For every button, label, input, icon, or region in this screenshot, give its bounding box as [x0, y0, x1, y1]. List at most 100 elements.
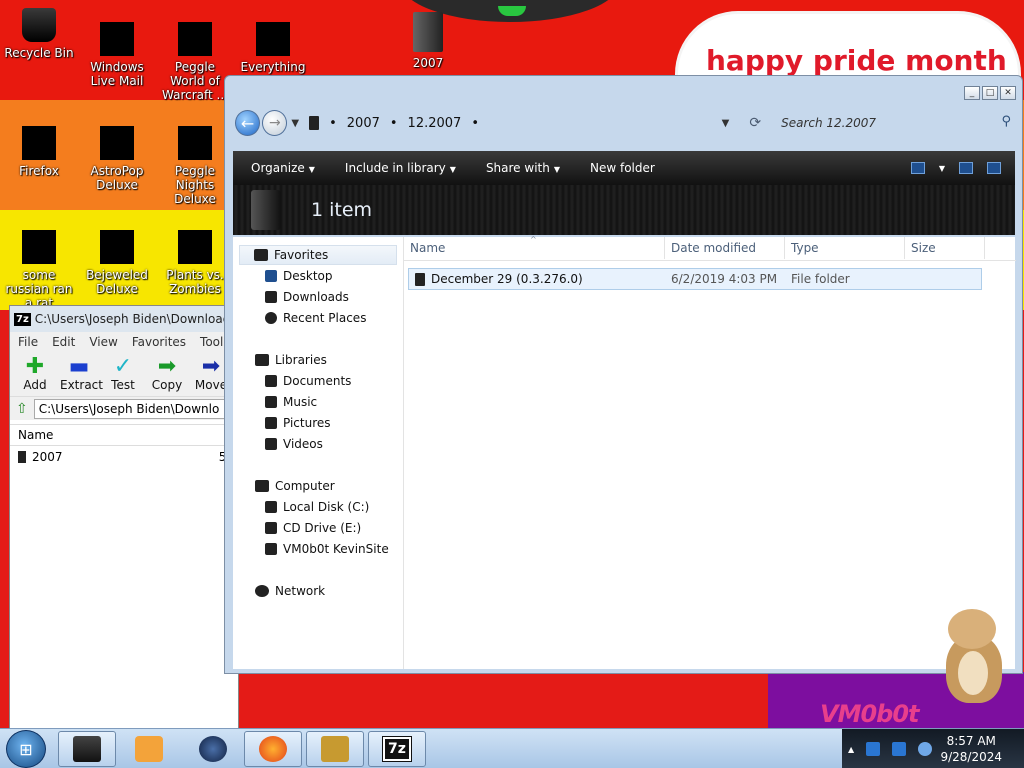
breadcrumb[interactable]: • 2007 • 12.2007 • ▼ ⟳: [309, 110, 773, 136]
extract-button[interactable]: ▬ Extract: [60, 356, 103, 393]
change-view-icon[interactable]: [910, 162, 925, 174]
add-button[interactable]: ✚ Add: [16, 356, 54, 393]
nav-downloads[interactable]: Downloads: [265, 290, 349, 304]
table-row[interactable]: December 29 (0.3.276.0) 6/2/2019 4:03 PM…: [408, 268, 982, 290]
minimize-button[interactable]: _: [964, 86, 980, 100]
desktop-icon-label: Recycle Bin: [4, 46, 74, 60]
nav-cd-drive[interactable]: CD Drive (E:): [265, 521, 361, 535]
cd-drive-icon: [265, 522, 277, 534]
desktop-icon-plants-vs-zombies[interactable]: Plants vs. Zombies: [156, 230, 234, 296]
desktop-icon-label: Peggle World of Warcraft ...: [162, 60, 228, 102]
desktop-icon-2007[interactable]: 2007: [389, 12, 467, 70]
tray-app-icon[interactable]: [866, 742, 881, 756]
nav-label: Favorites: [274, 248, 329, 262]
column-type[interactable]: Type: [791, 241, 819, 255]
desktop-icon-label: 2007: [412, 56, 444, 70]
column-date-modified[interactable]: Date modified: [671, 241, 756, 255]
breadcrumb-separator[interactable]: •: [390, 116, 398, 131]
search-input[interactable]: Search 12.2007 ⚲: [773, 110, 1015, 136]
copy-button[interactable]: ➡ Copy: [148, 356, 186, 393]
desktop-icon-astropop[interactable]: AstroPop Deluxe: [78, 126, 156, 192]
7zip-titlebar[interactable]: 7z C:\Users\Joseph Biden\Downloads\2: [10, 306, 238, 332]
chevron-down-icon: ▼: [553, 165, 560, 174]
desktop-icon-russian-rat[interactable]: some russian ran a rat: [0, 230, 78, 310]
column-divider[interactable]: [984, 237, 985, 259]
file-list[interactable]: Name ^ Date modified Type Size December …: [403, 235, 1016, 669]
forward-button[interactable]: →: [262, 110, 288, 136]
nav-favorites[interactable]: Favorites: [239, 245, 397, 265]
nav-music[interactable]: Music: [265, 395, 317, 409]
column-divider[interactable]: [664, 237, 665, 259]
7zip-path-field[interactable]: C:\Users\Joseph Biden\Downlo: [33, 398, 238, 419]
desktop-icon-windows-live-mail[interactable]: Windows Live Mail: [78, 22, 156, 88]
nav-libraries[interactable]: Libraries: [255, 353, 327, 367]
recent-pages-button[interactable]: ▼: [291, 118, 299, 129]
desktop-icon-firefox[interactable]: Firefox: [0, 126, 78, 178]
share-with-button[interactable]: Share with ▼: [486, 161, 560, 175]
desktop-icon-label: Plants vs. Zombies: [166, 268, 224, 296]
nav-local-disk[interactable]: Local Disk (C:): [265, 500, 369, 514]
test-button[interactable]: ✓ Test: [104, 356, 142, 393]
column-size[interactable]: Size: [911, 241, 936, 255]
breadcrumb-separator[interactable]: •: [471, 116, 479, 131]
menu-edit[interactable]: Edit: [52, 335, 75, 349]
game-box-icon: [321, 736, 349, 762]
nav-recent-places[interactable]: Recent Places: [265, 311, 366, 325]
help-icon[interactable]: [987, 162, 1001, 174]
desktop-icon-bejeweled[interactable]: Bejeweled Deluxe: [78, 230, 156, 296]
breadcrumb-2007[interactable]: 2007: [347, 116, 380, 131]
column-divider[interactable]: [784, 237, 785, 259]
desktop-icon-everything[interactable]: Everything: [234, 22, 312, 74]
breadcrumb-separator[interactable]: •: [329, 116, 337, 131]
clock[interactable]: 8:57 AM 9/28/2024: [940, 733, 1002, 765]
column-divider[interactable]: [904, 237, 905, 259]
globe-icon: [199, 736, 227, 762]
nav-desktop[interactable]: Desktop: [265, 269, 333, 283]
nav-computer[interactable]: Computer: [255, 479, 335, 493]
nav-pictures[interactable]: Pictures: [265, 416, 331, 430]
preview-pane-icon[interactable]: [959, 162, 973, 174]
menu-file[interactable]: File: [18, 335, 38, 349]
drive-icon: [265, 501, 277, 513]
desktop-icon-recycle-bin[interactable]: Recycle Bin: [0, 8, 78, 60]
show-hidden-icons[interactable]: ▲: [848, 745, 854, 754]
search-icon[interactable]: ⚲: [1001, 114, 1011, 129]
network-status-icon[interactable]: [892, 742, 907, 756]
firefox-icon: [22, 126, 56, 160]
table-row[interactable]: 2007 58: [10, 446, 238, 468]
volume-icon[interactable]: [918, 742, 933, 756]
breadcrumb-12-2007[interactable]: 12.2007: [408, 116, 462, 131]
start-button[interactable]: ⊞: [6, 730, 46, 768]
hamster-gadget[interactable]: [938, 605, 1008, 705]
desktop-icon-peggle-nights[interactable]: Peggle Nights Deluxe: [156, 126, 234, 206]
taskbar-7zip[interactable]: 7z: [368, 731, 426, 767]
desktop-icon-peggle-wow[interactable]: Peggle World of Warcraft ...: [156, 22, 234, 102]
up-folder-icon[interactable]: ⇧: [16, 401, 28, 417]
menu-favorites[interactable]: Favorites: [132, 335, 186, 349]
nav-network[interactable]: Network: [255, 584, 325, 598]
include-in-library-button[interactable]: Include in library ▼: [345, 161, 456, 175]
nav-network-share[interactable]: VM0b0t KevinSite: [265, 542, 389, 556]
7zip-window[interactable]: 7z C:\Users\Joseph Biden\Downloads\2 Fil…: [9, 305, 239, 730]
chevron-down-icon[interactable]: ▼: [939, 164, 945, 173]
taskbar-media-player[interactable]: [120, 731, 178, 767]
taskbar-game-box[interactable]: [306, 731, 364, 767]
taskbar-explorer[interactable]: [58, 731, 116, 767]
address-dropdown-icon[interactable]: ▼: [722, 118, 730, 129]
explorer-window[interactable]: _ □ ✕ ← → ▼ • 2007 • 12.2007 • ▼ ⟳ Searc…: [224, 75, 1023, 674]
nav-documents[interactable]: Documents: [265, 374, 351, 388]
column-name[interactable]: Name: [410, 241, 445, 255]
organize-button[interactable]: Organize ▼: [251, 161, 315, 175]
new-folder-button[interactable]: New folder: [590, 161, 655, 175]
close-button[interactable]: ✕: [1000, 86, 1016, 100]
7zip-column-header[interactable]: Name: [10, 424, 238, 446]
maximize-button[interactable]: □: [982, 86, 998, 100]
back-button[interactable]: ←: [235, 110, 261, 136]
taskbar-firefox[interactable]: [244, 731, 302, 767]
menu-view[interactable]: View: [89, 335, 117, 349]
firefox-icon: [259, 736, 287, 762]
nav-videos[interactable]: Videos: [265, 437, 323, 451]
navigation-pane: Favorites Desktop Downloads Recent Place…: [233, 237, 403, 669]
refresh-icon[interactable]: ⟳: [749, 115, 761, 131]
taskbar-globe[interactable]: [184, 731, 242, 767]
